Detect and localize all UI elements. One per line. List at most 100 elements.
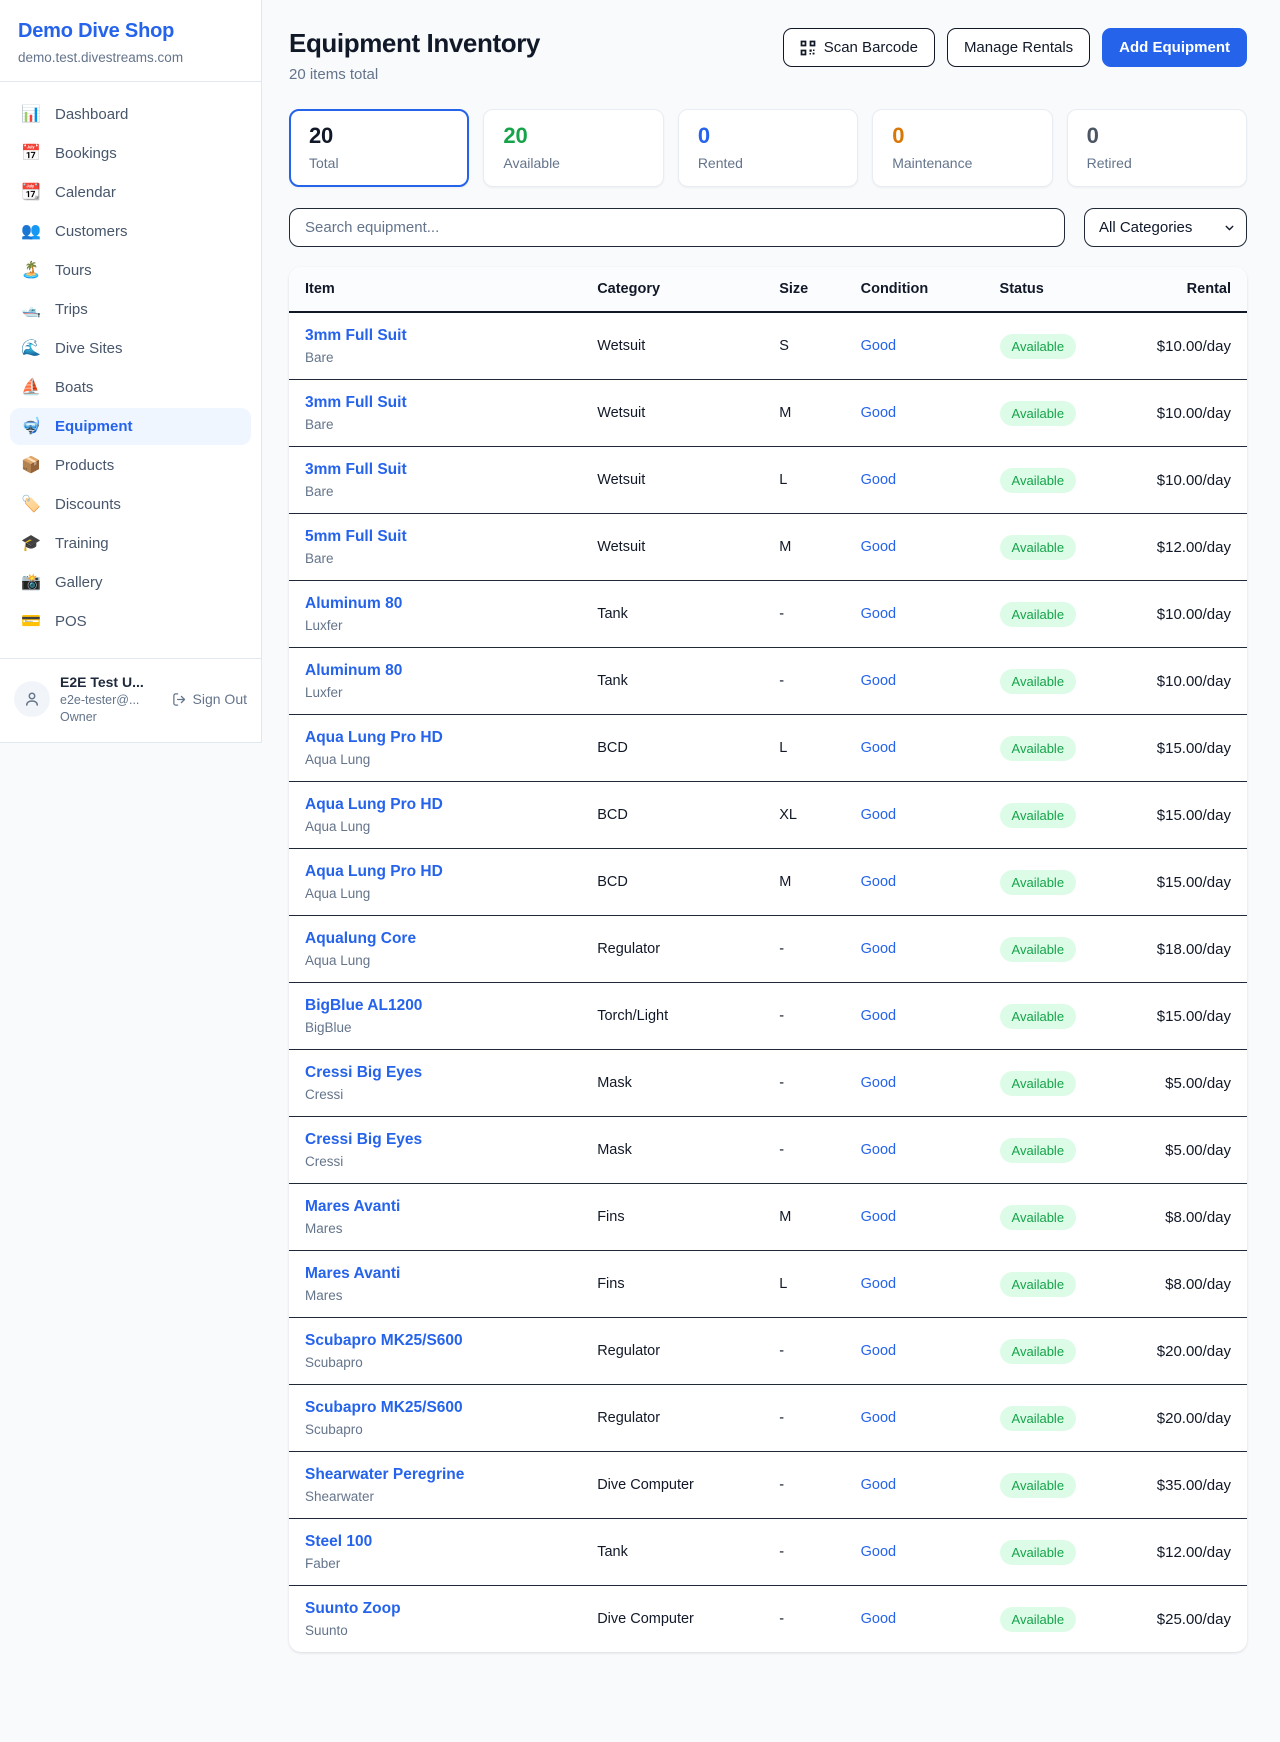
size-cell: L <box>763 447 844 514</box>
equipment-table: ItemCategorySizeConditionStatusRental 3m… <box>289 267 1247 1652</box>
condition-link[interactable]: Good <box>861 807 896 823</box>
status-badge: Available <box>1000 1406 1077 1431</box>
item-name-link[interactable]: 3mm Full Suit <box>305 461 565 479</box>
category-select[interactable]: All Categories <box>1084 208 1247 247</box>
item-name-link[interactable]: 3mm Full Suit <box>305 394 565 412</box>
condition-link[interactable]: Good <box>861 1611 896 1627</box>
item-name-link[interactable]: Steel 100 <box>305 1533 565 1551</box>
sidebar-item-boats[interactable]: ⛵Boats <box>10 369 251 406</box>
condition-link[interactable]: Good <box>861 1544 896 1560</box>
condition-link[interactable]: Good <box>861 740 896 756</box>
stat-card-rented[interactable]: 0Rented <box>678 109 858 187</box>
item-cell: 3mm Full SuitBare <box>289 447 581 514</box>
condition-link[interactable]: Good <box>861 673 896 689</box>
condition-link[interactable]: Good <box>861 472 896 488</box>
manage-rentals-label: Manage Rentals <box>964 39 1073 56</box>
rental-rate: $10.00/day <box>1121 581 1247 648</box>
table-row: Aqua Lung Pro HDAqua LungBCDLGoodAvailab… <box>289 715 1247 782</box>
status-badge: Available <box>1000 1607 1077 1632</box>
item-name-link[interactable]: Aqua Lung Pro HD <box>305 863 565 881</box>
status-cell: Available <box>984 1586 1121 1653</box>
item-name-link[interactable]: Mares Avanti <box>305 1198 565 1216</box>
sidebar-item-calendar[interactable]: 📆Calendar <box>10 174 251 211</box>
status-cell: Available <box>984 1184 1121 1251</box>
item-name-link[interactable]: Aluminum 80 <box>305 595 565 613</box>
item-brand: Aqua Lung <box>305 752 565 767</box>
condition-cell: Good <box>845 447 984 514</box>
rental-rate: $8.00/day <box>1121 1251 1247 1318</box>
item-name-link[interactable]: Suunto Zoop <box>305 1600 565 1618</box>
item-name-link[interactable]: Scubapro MK25/S600 <box>305 1399 565 1417</box>
stat-card-available[interactable]: 20Available <box>483 109 663 187</box>
search-input[interactable] <box>289 208 1065 247</box>
condition-link[interactable]: Good <box>861 1276 896 1292</box>
table-row: Cressi Big EyesCressiMask-GoodAvailable$… <box>289 1050 1247 1117</box>
condition-link[interactable]: Good <box>861 606 896 622</box>
condition-link[interactable]: Good <box>861 1008 896 1024</box>
condition-link[interactable]: Good <box>861 1142 896 1158</box>
wave-icon: 🌊 <box>20 341 42 357</box>
condition-cell: Good <box>845 514 984 581</box>
stat-card-maintenance[interactable]: 0Maintenance <box>872 109 1052 187</box>
stat-label: Total <box>309 155 449 171</box>
table-row: Aluminum 80LuxferTank-GoodAvailable$10.0… <box>289 648 1247 715</box>
sidebar-item-dashboard[interactable]: 📊Dashboard <box>10 96 251 133</box>
condition-cell: Good <box>845 782 984 849</box>
item-cell: Cressi Big EyesCressi <box>289 1050 581 1117</box>
status-badge: Available <box>1000 736 1077 761</box>
sidebar-item-products[interactable]: 📦Products <box>10 447 251 484</box>
sidebar-item-label: Boats <box>55 379 93 396</box>
add-equipment-button[interactable]: Add Equipment <box>1102 28 1247 67</box>
brand-name[interactable]: Demo Dive Shop <box>18 20 243 43</box>
item-name-link[interactable]: Aluminum 80 <box>305 662 565 680</box>
size-cell: XL <box>763 782 844 849</box>
item-name-link[interactable]: Shearwater Peregrine <box>305 1466 565 1484</box>
sidebar-item-label: Training <box>55 535 109 552</box>
sidebar-item-training[interactable]: 🎓Training <box>10 525 251 562</box>
status-badge: Available <box>1000 401 1077 426</box>
condition-link[interactable]: Good <box>861 338 896 354</box>
sidebar-item-trips[interactable]: 🛥️Trips <box>10 291 251 328</box>
item-name-link[interactable]: Aqua Lung Pro HD <box>305 796 565 814</box>
condition-link[interactable]: Good <box>861 1477 896 1493</box>
manage-rentals-button[interactable]: Manage Rentals <box>947 28 1090 67</box>
item-name-link[interactable]: Scubapro MK25/S600 <box>305 1332 565 1350</box>
condition-link[interactable]: Good <box>861 405 896 421</box>
scan-barcode-button[interactable]: Scan Barcode <box>783 28 935 67</box>
sidebar-item-dive-sites[interactable]: 🌊Dive Sites <box>10 330 251 367</box>
sidebar-item-equipment[interactable]: 🤿Equipment <box>10 408 251 445</box>
item-name-link[interactable]: 3mm Full Suit <box>305 327 565 345</box>
condition-link[interactable]: Good <box>861 874 896 890</box>
sign-out-label: Sign Out <box>193 691 247 707</box>
sidebar-item-bookings[interactable]: 📅Bookings <box>10 135 251 172</box>
sidebar-item-discounts[interactable]: 🏷️Discounts <box>10 486 251 523</box>
condition-link[interactable]: Good <box>861 1343 896 1359</box>
item-name-link[interactable]: Mares Avanti <box>305 1265 565 1283</box>
category-cell: Dive Computer <box>581 1452 763 1519</box>
size-cell: - <box>763 1117 844 1184</box>
stat-card-retired[interactable]: 0Retired <box>1067 109 1247 187</box>
condition-link[interactable]: Good <box>861 1209 896 1225</box>
sidebar-item-gallery[interactable]: 📸Gallery <box>10 564 251 601</box>
item-name-link[interactable]: BigBlue AL1200 <box>305 997 565 1015</box>
condition-link[interactable]: Good <box>861 1075 896 1091</box>
tag-icon: 🏷️ <box>20 497 42 513</box>
item-brand: Mares <box>305 1288 565 1303</box>
condition-cell: Good <box>845 648 984 715</box>
condition-link[interactable]: Good <box>861 1410 896 1426</box>
stat-card-total[interactable]: 20Total <box>289 109 469 187</box>
item-name-link[interactable]: Cressi Big Eyes <box>305 1131 565 1149</box>
sidebar-item-tours[interactable]: 🏝️Tours <box>10 252 251 289</box>
sign-out-button[interactable]: Sign Out <box>172 691 247 707</box>
avatar <box>14 681 50 717</box>
status-cell: Available <box>984 849 1121 916</box>
item-name-link[interactable]: 5mm Full Suit <box>305 528 565 546</box>
item-name-link[interactable]: Aqualung Core <box>305 930 565 948</box>
item-name-link[interactable]: Aqua Lung Pro HD <box>305 729 565 747</box>
condition-link[interactable]: Good <box>861 941 896 957</box>
sidebar-item-pos[interactable]: 💳POS <box>10 603 251 640</box>
item-name-link[interactable]: Cressi Big Eyes <box>305 1064 565 1082</box>
table-row: Mares AvantiMaresFinsMGoodAvailable$8.00… <box>289 1184 1247 1251</box>
condition-link[interactable]: Good <box>861 539 896 555</box>
sidebar-item-customers[interactable]: 👥Customers <box>10 213 251 250</box>
